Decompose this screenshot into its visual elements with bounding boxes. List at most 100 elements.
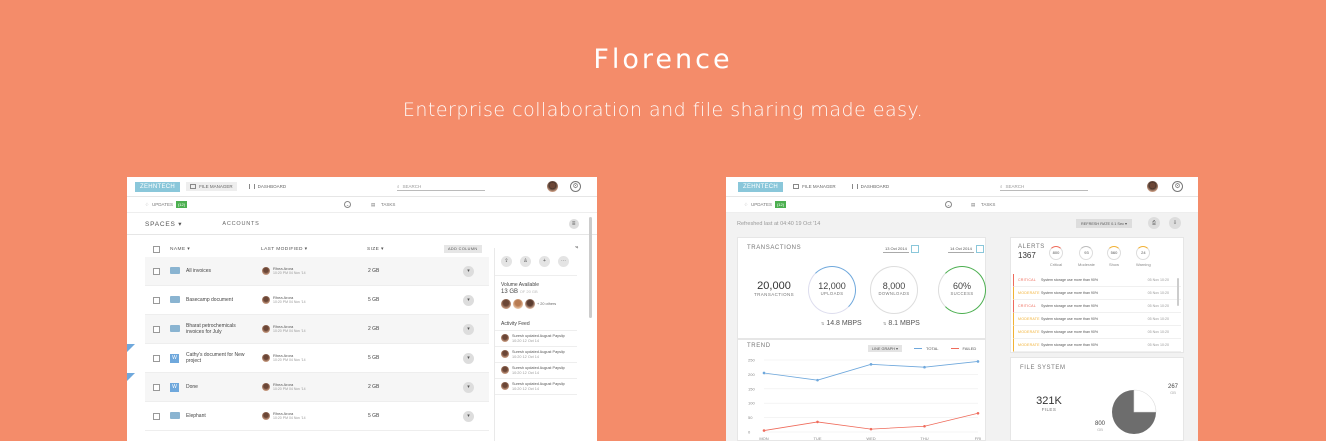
folder-icon <box>170 295 180 305</box>
tab-file-manager[interactable]: FILE MANAGER <box>789 182 840 191</box>
gear-icon[interactable]: ⚙ <box>1172 181 1183 192</box>
avatar[interactable] <box>513 299 523 309</box>
avatar[interactable] <box>547 181 558 192</box>
tasks-label[interactable]: TASKS <box>981 202 995 207</box>
x-tick-label: TUE <box>814 436 822 441</box>
tasks-label[interactable]: TASKS <box>381 202 395 207</box>
row-checkbox[interactable] <box>153 383 160 391</box>
transactions-card: TRANSACTIONS 13 Oct 2014 14 Oct 2014 20,… <box>737 237 986 339</box>
activity-feed-item[interactable]: Suresh updated August Payslip 10:20 12 Oc… <box>495 379 577 395</box>
search-input[interactable]: ⌕ SEARCH <box>397 184 485 191</box>
row-chevron-down-icon[interactable]: ▾ <box>463 323 474 335</box>
alert-row[interactable]: CRITICAL System storage use more than 90%… <box>1013 274 1181 287</box>
file-name[interactable]: Basecamp document <box>186 297 246 303</box>
more-icon[interactable]: ⋯ <box>558 256 569 267</box>
date-from-input[interactable]: 13 Oct 2014 <box>883 246 909 253</box>
severity-item[interactable]: 24 Warning <box>1136 246 1151 267</box>
file-name[interactable]: Elephant <box>186 413 246 419</box>
table-row[interactable]: W Cathy's document for New project Rhea … <box>127 344 489 373</box>
print-icon[interactable]: ⎙ <box>1148 217 1160 229</box>
severity-label: Warning <box>1136 262 1151 267</box>
modified-time: 10:20 PM 04 Nov '14 <box>273 300 306 304</box>
refresh-rate-select[interactable]: REFRESH RATE 0.1 Sec ▾ <box>1076 219 1132 228</box>
table-row[interactable]: Bharat petrochemicals invoices for July … <box>145 315 489 344</box>
updates-label[interactable]: UPDATES <box>152 202 173 207</box>
row-checkbox[interactable] <box>153 325 160 333</box>
alert-row[interactable]: MODERATE System storage use more than 90%… <box>1013 326 1181 339</box>
downloads-value: 8,000 <box>882 281 906 291</box>
alert-row[interactable]: MODERATE System storage use more than 90%… <box>1013 339 1181 352</box>
row-checkbox[interactable] <box>153 296 160 304</box>
row-checkbox[interactable] <box>153 412 160 420</box>
activity-feed-item[interactable]: Suresh updated August Payslip 10:20 12 Oc… <box>495 347 577 363</box>
success-gauge: 60% SUCCESS <box>938 266 986 314</box>
avatar[interactable] <box>1147 181 1158 192</box>
app-logo[interactable]: ZEHNTECH <box>135 181 181 192</box>
column-size[interactable]: SIZE ▾ <box>367 247 384 252</box>
calendar-icon[interactable] <box>976 245 984 253</box>
alert-row[interactable]: MODERATE System storage use more than 90%… <box>1013 313 1181 326</box>
x-tick-label: FRI <box>975 436 981 441</box>
activity-feed-item[interactable]: Suresh updated August Payslip 10:20 12 Oc… <box>495 363 577 379</box>
row-checkbox[interactable] <box>153 354 160 362</box>
table-row[interactable]: All invoices Rhea Arora 10:20 PM 04 Nov '… <box>145 257 489 286</box>
updates-count-badge: (12) <box>774 201 787 208</box>
row-chevron-down-icon[interactable]: ▾ <box>463 410 474 422</box>
avatar[interactable] <box>501 299 511 309</box>
add-icon[interactable]: + <box>539 256 550 267</box>
severity-item[interactable]: 560 Show <box>1107 246 1121 267</box>
spaces-row: SPACES ▾ ACCOUNTS ≡ <box>127 213 597 235</box>
select-all-checkbox[interactable] <box>153 245 160 253</box>
row-chevron-down-icon[interactable]: ▾ <box>463 265 474 277</box>
bar-chart-icon <box>248 184 255 189</box>
calendar-icon[interactable] <box>911 245 919 253</box>
add-column-button[interactable]: ADD COLUMN <box>444 245 482 253</box>
gear-icon[interactable]: ⚙ <box>570 181 581 192</box>
search-input[interactable]: ⌕ SEARCH <box>1000 184 1088 191</box>
row-chevron-down-icon[interactable]: ▾ <box>463 352 474 364</box>
alert-row[interactable]: MODERATE System storage use more than 90%… <box>1013 287 1181 300</box>
severity-item[interactable]: 93 Moderate <box>1078 246 1095 267</box>
app-logo[interactable]: ZEHNTECH <box>738 181 784 192</box>
severity-item[interactable]: 800 Critical <box>1049 246 1063 267</box>
tab-dashboard[interactable]: DASHBOARD <box>245 182 291 191</box>
chevron-down-icon[interactable]: ⌄ <box>945 201 952 208</box>
row-chevron-down-icon[interactable]: ▾ <box>463 294 474 306</box>
date-to-input[interactable]: 14 Oct 2014 <box>948 246 974 253</box>
others-count[interactable]: + 20 others <box>537 302 556 306</box>
upload-icon[interactable]: ⇪ <box>501 256 512 267</box>
legend-total: TOTAL <box>925 346 939 351</box>
graph-type-select[interactable]: LINE GRAPH ▾ <box>868 345 902 352</box>
scrollbar[interactable] <box>589 217 592 318</box>
file-name[interactable]: Done <box>186 384 246 390</box>
scrollbar[interactable] <box>1177 278 1179 306</box>
column-last-modified[interactable]: LAST MODIFIED ▾ <box>261 247 307 252</box>
row-chevron-down-icon[interactable]: ▾ <box>463 381 474 393</box>
updates-label[interactable]: UPDATES <box>751 202 772 207</box>
row-checkbox[interactable] <box>153 267 160 275</box>
user-icon[interactable]: ♙ <box>520 256 531 267</box>
table-row[interactable]: Elephant Rhea Arora 10:20 PM 04 Nov '14 5… <box>145 402 489 431</box>
avatar[interactable] <box>525 299 535 309</box>
legend-total-swatch <box>913 347 922 350</box>
table-row[interactable]: W Done Rhea Arora 10:20 PM 04 Nov '14 2 G… <box>127 373 489 402</box>
tab-label: DASHBOARD <box>257 184 287 189</box>
table-row[interactable]: Basecamp document Rhea Arora 10:20 PM 04 … <box>145 286 489 315</box>
file-name[interactable]: Bharat petrochemicals invoices for July <box>186 323 246 335</box>
alert-row[interactable]: CRITICAL System storage use more than 90%… <box>1013 300 1181 313</box>
tab-file-manager[interactable]: FILE MANAGER <box>186 182 237 191</box>
alert-level: MODERATE <box>1018 343 1040 347</box>
menu-icon[interactable]: ≡ <box>569 218 579 229</box>
chevron-down-icon[interactable]: ⌄ <box>344 201 351 208</box>
activity-feed-item[interactable]: Suresh updated August Payslip 10:20 12 Oc… <box>495 331 577 347</box>
column-name[interactable]: NAME ▾ <box>170 247 190 252</box>
file-name[interactable]: All invoices <box>186 268 246 274</box>
file-name[interactable]: Cathy's document for New project <box>186 352 246 364</box>
download-icon[interactable]: ⇩ <box>1169 217 1181 229</box>
spaces-dropdown[interactable]: SPACES ▾ <box>145 220 182 228</box>
accounts-link[interactable]: ACCOUNTS <box>222 221 259 227</box>
tab-dashboard[interactable]: DASHBOARD <box>848 182 894 191</box>
total-label: TRANSACTIONS <box>753 292 795 297</box>
file-size: 5 GB <box>368 355 380 361</box>
alert-level: MODERATE <box>1018 291 1040 295</box>
